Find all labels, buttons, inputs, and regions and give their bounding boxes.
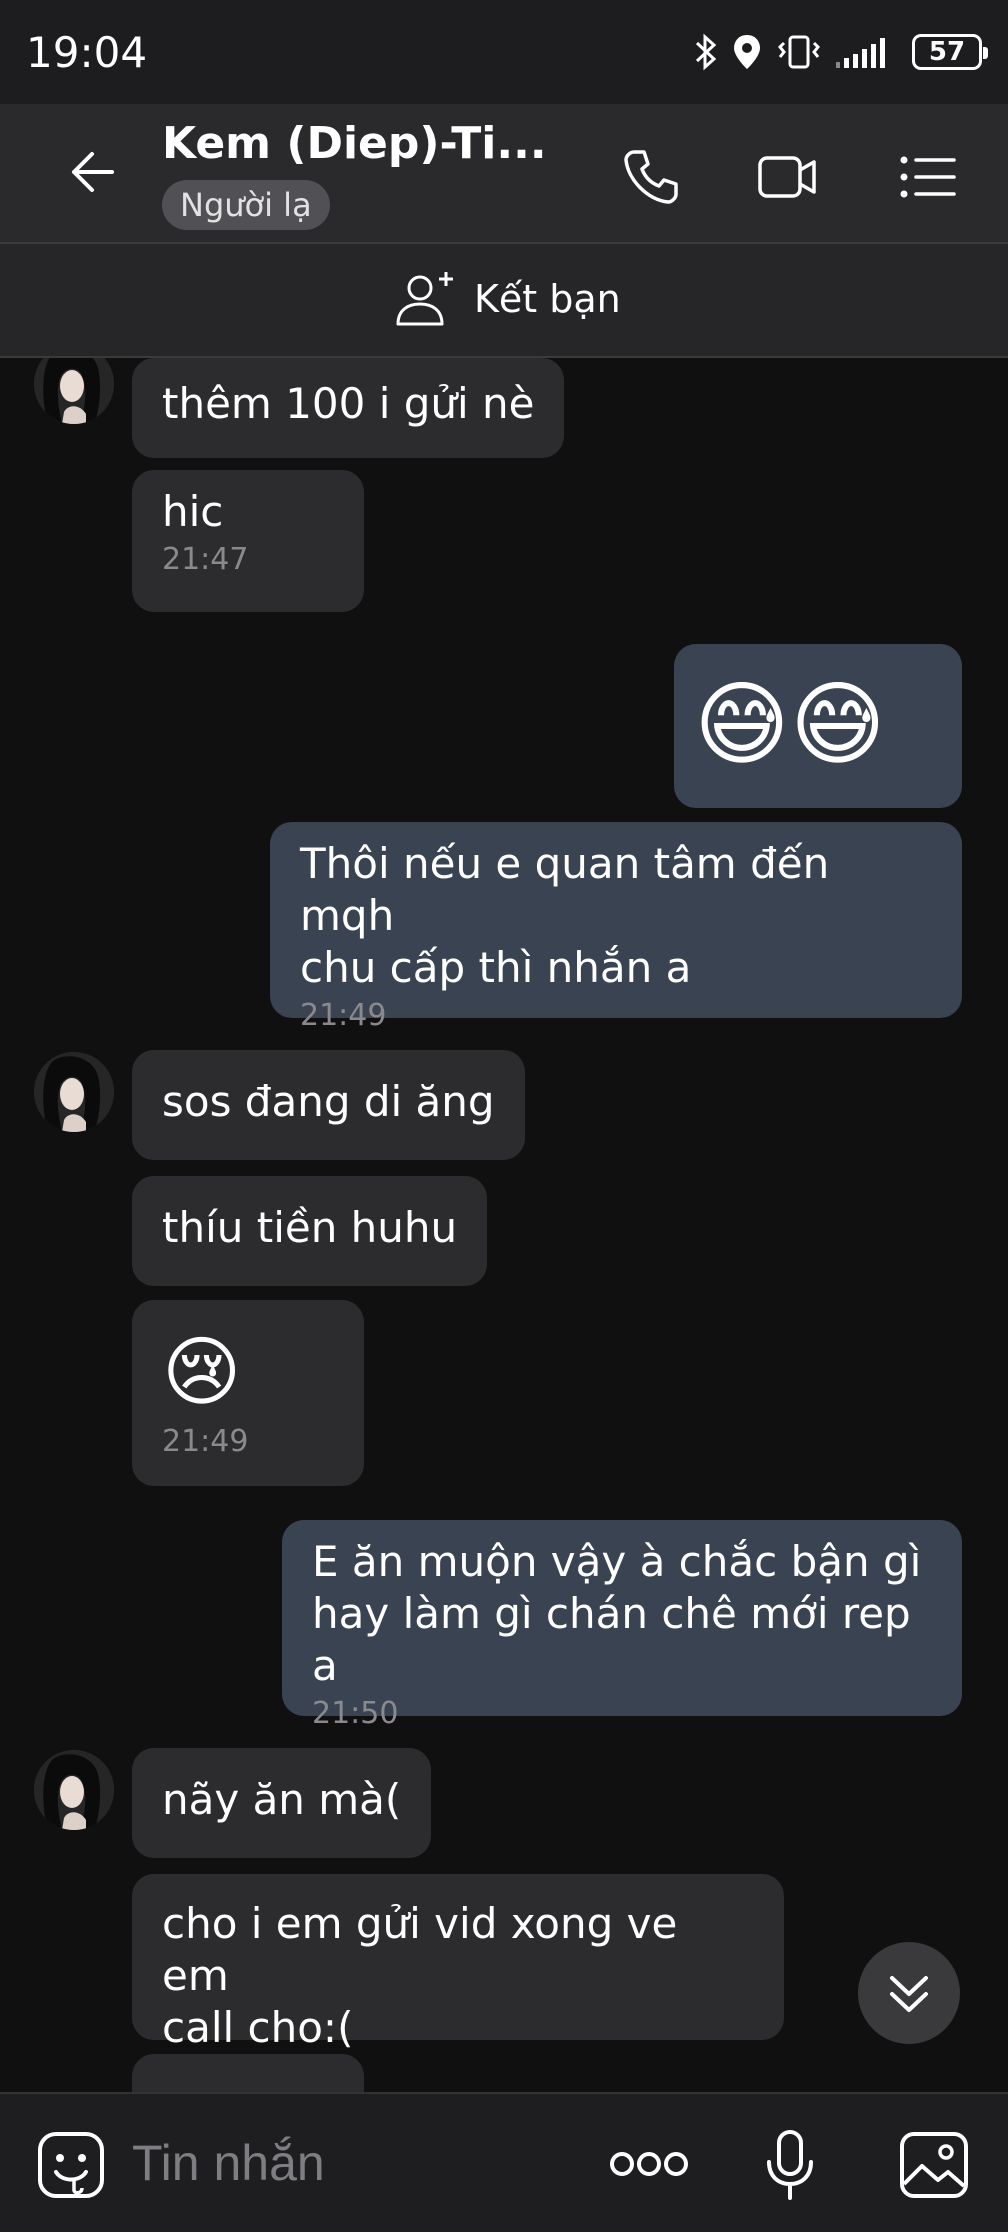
status-bar: 19:04 57 bbox=[0, 0, 1008, 104]
message-text: sos đang di ăng bbox=[162, 1077, 495, 1126]
contact-avatar[interactable] bbox=[34, 1750, 114, 1830]
incoming-message[interactable]: thêm 100 i gửi nè bbox=[132, 358, 565, 458]
incoming-message[interactable]: nãy ăn mà( bbox=[132, 1748, 432, 1858]
phone-icon[interactable] bbox=[620, 146, 684, 208]
message-time: 21:49 bbox=[300, 998, 387, 1033]
incoming-message[interactable]: 😢 21:49 bbox=[132, 1300, 364, 1486]
contact-avatar[interactable] bbox=[34, 358, 114, 424]
signal-icon bbox=[836, 38, 885, 68]
message-text-line: hay làm gì chán chê mới rep a bbox=[312, 1589, 911, 1690]
message-text-line: cho i em gửi vid xong ve em bbox=[162, 1899, 678, 2000]
location-icon bbox=[734, 35, 760, 69]
status-icons: 57 bbox=[694, 30, 988, 74]
message-text-line: chu cấp thì nhắn a bbox=[300, 943, 692, 992]
message-text: thêm 100 i gửi nè bbox=[162, 379, 535, 428]
incoming-message-partial[interactable] bbox=[132, 2054, 364, 2092]
bluetooth-icon bbox=[695, 33, 717, 71]
scroll-to-bottom-button[interactable] bbox=[858, 1942, 960, 2044]
stranger-badge: Người lạ bbox=[162, 180, 330, 230]
message-input[interactable]: Tin nhắn bbox=[132, 2134, 325, 2192]
more-options-icon[interactable] bbox=[608, 2148, 690, 2180]
message-text-line: call cho:( bbox=[162, 2003, 354, 2052]
status-time: 19:04 bbox=[26, 28, 148, 77]
outgoing-message[interactable]: 😅😅 bbox=[674, 644, 962, 808]
image-gallery-icon[interactable] bbox=[898, 2130, 970, 2200]
message-text-line: E ăn muộn vậy à chắc bận gì bbox=[312, 1537, 922, 1586]
menu-icon[interactable] bbox=[896, 146, 960, 208]
contact-avatar[interactable] bbox=[34, 1052, 114, 1132]
contact-name[interactable]: Kem (Diep)-Ti... bbox=[162, 118, 547, 169]
microphone-icon[interactable] bbox=[764, 2128, 816, 2204]
incoming-message[interactable]: cho i em gửi vid xong ve em call cho:( bbox=[132, 1874, 784, 2052]
add-person-icon bbox=[396, 272, 453, 326]
emoji-grinning-sweat-icon: 😅😅 bbox=[694, 671, 886, 778]
outgoing-message[interactable]: Thôi nếu e quan tâm đến mqh chu cấp thì … bbox=[270, 822, 962, 1033]
message-list[interactable]: thêm 100 i gửi nè hic 21:47 😅😅 Thôi nếu … bbox=[0, 358, 1008, 2092]
incoming-message[interactable]: hic 21:47 bbox=[132, 470, 364, 612]
emoji-crying-icon: 😢 bbox=[162, 1327, 242, 1416]
add-friend-label: Kết bạn bbox=[474, 277, 621, 321]
video-call-icon[interactable] bbox=[756, 146, 820, 208]
message-composer: Tin nhắn bbox=[0, 2092, 1008, 2232]
message-time: 21:49 bbox=[162, 1424, 249, 1459]
incoming-message[interactable]: thíu tiền huhu bbox=[132, 1176, 488, 1286]
back-arrow-icon[interactable] bbox=[54, 142, 130, 202]
add-friend-bar[interactable]: Kết bạn bbox=[0, 242, 1008, 358]
sticker-icon[interactable] bbox=[36, 2130, 106, 2200]
message-text: nãy ăn mà( bbox=[162, 1775, 402, 1824]
incoming-message[interactable]: sos đang di ăng bbox=[132, 1050, 525, 1160]
message-text: thíu tiền huhu bbox=[162, 1203, 458, 1252]
message-text-line: Thôi nếu e quan tâm đến mqh bbox=[300, 839, 830, 940]
message-text: hic bbox=[162, 487, 224, 536]
message-time: 21:47 bbox=[162, 542, 249, 577]
double-chevron-down-icon bbox=[890, 1976, 928, 2012]
chat-header: Kem (Diep)-Ti... Người lạ bbox=[0, 104, 1008, 242]
add-friend-button[interactable]: Kết bạn bbox=[394, 266, 621, 332]
message-time: 21:50 bbox=[312, 1696, 399, 1731]
battery-icon: 57 bbox=[912, 34, 988, 70]
vibrate-icon bbox=[777, 35, 821, 69]
outgoing-message[interactable]: E ăn muộn vậy à chắc bận gì hay làm gì c… bbox=[282, 1520, 962, 1731]
